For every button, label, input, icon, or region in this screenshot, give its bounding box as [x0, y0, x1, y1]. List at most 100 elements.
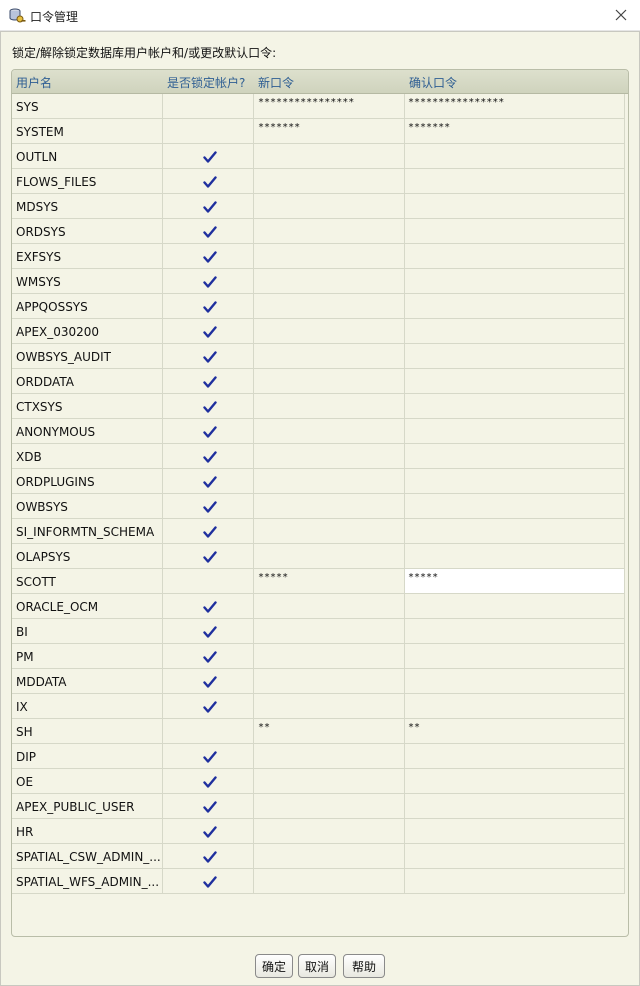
new-password-field[interactable]: [254, 369, 405, 394]
new-password-field[interactable]: *****: [254, 569, 405, 594]
lock-checkbox-cell[interactable]: [163, 344, 254, 369]
table-row[interactable]: APEX_030200: [12, 319, 628, 344]
confirm-password-field[interactable]: [405, 144, 625, 169]
new-password-field[interactable]: [254, 194, 405, 219]
lock-checkbox-cell[interactable]: [163, 844, 254, 869]
lock-checkbox-cell[interactable]: [163, 569, 254, 594]
lock-checkbox-cell[interactable]: [163, 294, 254, 319]
new-password-field[interactable]: [254, 544, 405, 569]
lock-checkbox-cell[interactable]: [163, 194, 254, 219]
new-password-field[interactable]: [254, 769, 405, 794]
new-password-field[interactable]: [254, 444, 405, 469]
table-row[interactable]: APPQOSSYS: [12, 294, 628, 319]
table-row[interactable]: IX: [12, 694, 628, 719]
confirm-password-field[interactable]: [405, 219, 625, 244]
table-row[interactable]: APEX_PUBLIC_USER: [12, 794, 628, 819]
confirm-password-field[interactable]: [405, 169, 625, 194]
table-row[interactable]: MDDATA: [12, 669, 628, 694]
table-row[interactable]: SH ** **: [12, 719, 628, 744]
confirm-password-field[interactable]: [405, 269, 625, 294]
lock-checkbox-cell[interactable]: [163, 519, 254, 544]
table-row[interactable]: SPATIAL_WFS_ADMIN_...: [12, 869, 628, 894]
lock-checkbox-cell[interactable]: [163, 669, 254, 694]
lock-checkbox-cell[interactable]: [163, 219, 254, 244]
new-password-field[interactable]: [254, 394, 405, 419]
confirm-password-field[interactable]: [405, 194, 625, 219]
new-password-field[interactable]: [254, 669, 405, 694]
table-row[interactable]: ORDDATA: [12, 369, 628, 394]
confirm-password-field[interactable]: [405, 444, 625, 469]
new-password-field[interactable]: [254, 794, 405, 819]
lock-checkbox-cell[interactable]: [163, 444, 254, 469]
confirm-password-field[interactable]: [405, 619, 625, 644]
confirm-password-field[interactable]: [405, 869, 625, 894]
lock-checkbox-cell[interactable]: [163, 469, 254, 494]
new-password-field[interactable]: [254, 869, 405, 894]
confirm-password-field[interactable]: [405, 519, 625, 544]
new-password-field[interactable]: [254, 619, 405, 644]
table-row[interactable]: OUTLN: [12, 144, 628, 169]
help-button[interactable]: 帮助: [343, 954, 385, 978]
column-header-locked[interactable]: 是否锁定帐户?: [167, 74, 245, 91]
confirm-password-field[interactable]: **: [405, 719, 625, 744]
table-row[interactable]: ANONYMOUS: [12, 419, 628, 444]
table-row[interactable]: EXFSYS: [12, 244, 628, 269]
table-row[interactable]: ORDPLUGINS: [12, 469, 628, 494]
table-row[interactable]: SCOTT ***** *****: [12, 569, 628, 594]
confirm-password-field[interactable]: ****************: [405, 94, 625, 119]
table-row[interactable]: OWBSYS_AUDIT: [12, 344, 628, 369]
close-icon[interactable]: [610, 4, 632, 26]
lock-checkbox-cell[interactable]: [163, 544, 254, 569]
new-password-field[interactable]: [254, 819, 405, 844]
confirm-password-field[interactable]: [405, 769, 625, 794]
confirm-password-field[interactable]: [405, 794, 625, 819]
new-password-field[interactable]: [254, 494, 405, 519]
confirm-password-field[interactable]: [405, 844, 625, 869]
new-password-field[interactable]: [254, 244, 405, 269]
column-header-confirm-password[interactable]: 确认口令: [409, 74, 457, 91]
confirm-password-field[interactable]: [405, 419, 625, 444]
table-row[interactable]: SYSTEM ******* *******: [12, 119, 628, 144]
table-row[interactable]: OE: [12, 769, 628, 794]
new-password-field[interactable]: [254, 144, 405, 169]
confirm-password-field[interactable]: [405, 594, 625, 619]
table-row[interactable]: SYS **************** ****************: [12, 94, 628, 119]
lock-checkbox-cell[interactable]: [163, 694, 254, 719]
table-row[interactable]: FLOWS_FILES: [12, 169, 628, 194]
new-password-field[interactable]: [254, 269, 405, 294]
lock-checkbox-cell[interactable]: [163, 94, 254, 119]
lock-checkbox-cell[interactable]: [163, 794, 254, 819]
new-password-field[interactable]: [254, 644, 405, 669]
table-row[interactable]: XDB: [12, 444, 628, 469]
new-password-field[interactable]: [254, 594, 405, 619]
confirm-password-field[interactable]: *******: [405, 119, 625, 144]
cancel-button[interactable]: 取消: [298, 954, 336, 978]
table-row[interactable]: BI: [12, 619, 628, 644]
new-password-field[interactable]: [254, 219, 405, 244]
table-row[interactable]: MDSYS: [12, 194, 628, 219]
table-row[interactable]: HR: [12, 819, 628, 844]
lock-checkbox-cell[interactable]: [163, 644, 254, 669]
new-password-field[interactable]: [254, 169, 405, 194]
table-row[interactable]: OLAPSYS: [12, 544, 628, 569]
confirm-password-field[interactable]: [405, 544, 625, 569]
lock-checkbox-cell[interactable]: [163, 419, 254, 444]
confirm-password-field[interactable]: [405, 694, 625, 719]
new-password-field[interactable]: [254, 744, 405, 769]
lock-checkbox-cell[interactable]: [163, 769, 254, 794]
confirm-password-field[interactable]: [405, 369, 625, 394]
table-row[interactable]: WMSYS: [12, 269, 628, 294]
new-password-field[interactable]: [254, 844, 405, 869]
lock-checkbox-cell[interactable]: [163, 144, 254, 169]
table-row[interactable]: CTXSYS: [12, 394, 628, 419]
confirm-password-field[interactable]: [405, 469, 625, 494]
new-password-field[interactable]: [254, 294, 405, 319]
lock-checkbox-cell[interactable]: [163, 744, 254, 769]
lock-checkbox-cell[interactable]: [163, 619, 254, 644]
confirm-password-field[interactable]: [405, 294, 625, 319]
new-password-field[interactable]: ****************: [254, 94, 405, 119]
confirm-password-field[interactable]: *****: [405, 569, 625, 594]
lock-checkbox-cell[interactable]: [163, 869, 254, 894]
confirm-password-field[interactable]: [405, 319, 625, 344]
new-password-field[interactable]: *******: [254, 119, 405, 144]
